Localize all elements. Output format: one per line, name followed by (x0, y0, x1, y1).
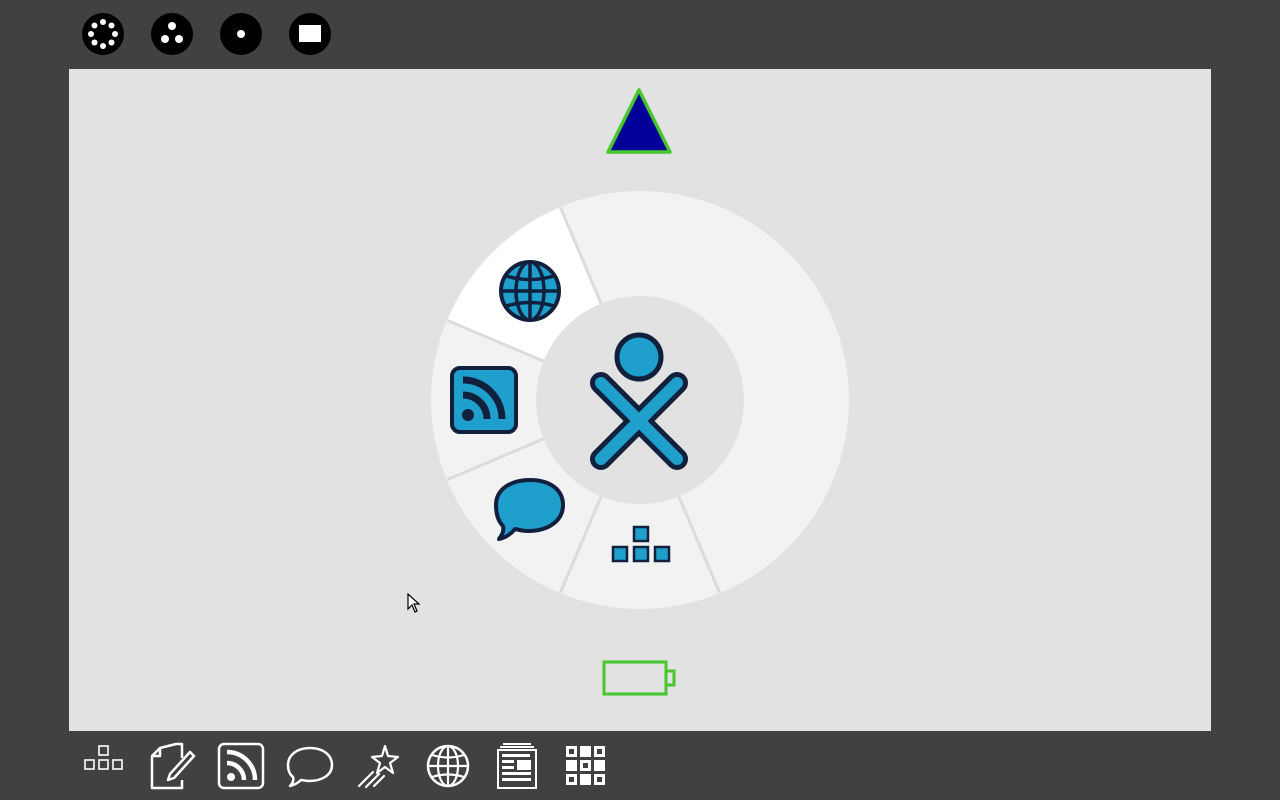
tray-grid-button[interactable] (560, 740, 612, 792)
rectangle-icon (299, 25, 321, 42)
tray-neighborhood-button[interactable] (78, 740, 130, 792)
speech-bubble-icon[interactable] (493, 476, 567, 542)
tray-write-button[interactable] (146, 740, 198, 792)
globe-icon[interactable] (498, 259, 562, 323)
group-view-button[interactable] (151, 13, 193, 55)
tray-chat-button[interactable] (284, 740, 336, 792)
document-icon (497, 743, 537, 789)
globe-icon (426, 744, 470, 788)
shooting-star-icon (357, 744, 400, 789)
tray-news-reader-button[interactable] (215, 740, 267, 792)
three-dots-icon (161, 22, 183, 43)
home-canvas (69, 69, 1211, 731)
tray-starred-button[interactable] (353, 740, 405, 792)
grid-icon (566, 746, 605, 785)
rss-icon[interactable] (449, 365, 519, 435)
battery-icon[interactable] (602, 660, 678, 698)
home-view-button[interactable] (220, 13, 262, 55)
tray-browse-button[interactable] (422, 740, 474, 792)
many-dots-icon (88, 19, 118, 49)
activity-view-button[interactable] (289, 13, 331, 55)
rss-icon (217, 742, 265, 790)
squares-icon (84, 745, 123, 770)
one-dot-icon (237, 30, 245, 38)
mouse-cursor-icon (407, 593, 421, 613)
pencil-doc-icon (150, 742, 196, 790)
neighborhood-view-button[interactable] (82, 13, 124, 55)
tray-read-button[interactable] (491, 740, 543, 792)
speech-bubble-icon (286, 746, 334, 788)
wireless-triangle-icon[interactable] (605, 87, 675, 157)
xo-buddy-icon[interactable] (589, 331, 691, 471)
squares-icon[interactable] (610, 525, 672, 565)
